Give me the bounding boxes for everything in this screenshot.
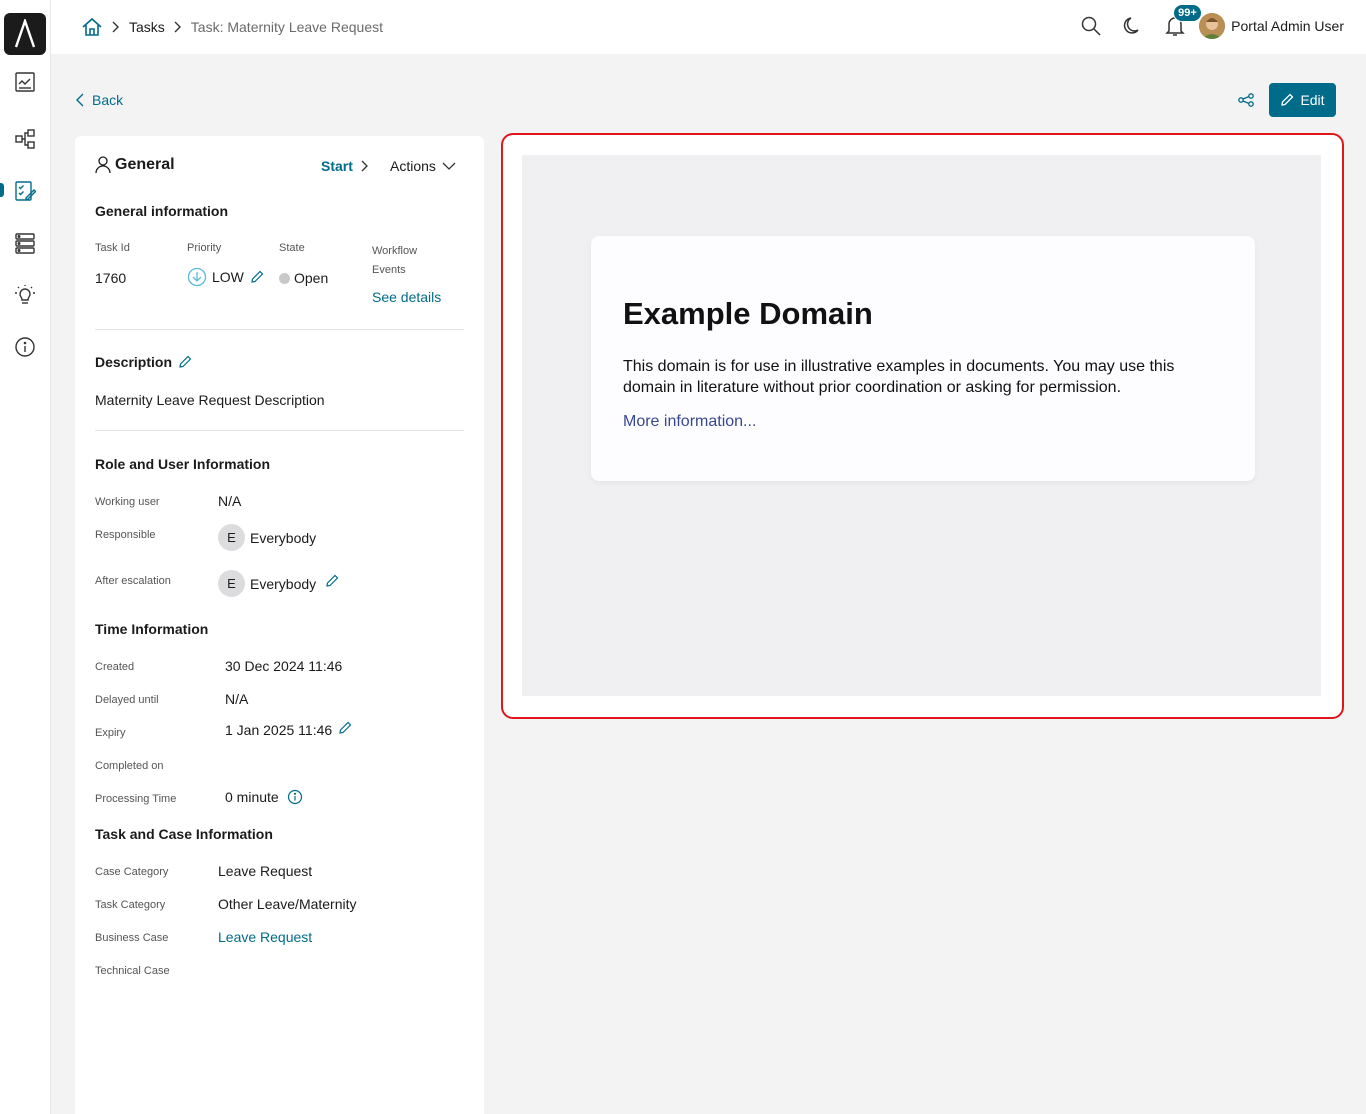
dashboard-icon[interactable] (13, 70, 37, 94)
chevron-left-icon (76, 93, 84, 107)
user-icon (95, 156, 111, 174)
cases-list-icon[interactable] (13, 231, 37, 255)
divider (95, 430, 464, 431)
user-name[interactable]: Portal Admin User (1231, 18, 1344, 34)
state-field: Open (279, 270, 328, 286)
pencil-icon (1281, 93, 1294, 106)
description-text: Maternity Leave Request Description (95, 392, 325, 408)
actions-label: Actions (390, 158, 436, 174)
task-details-panel: General Start Actions General informatio… (75, 136, 484, 1114)
notification-badge: 99+ (1173, 4, 1202, 22)
info-icon[interactable] (13, 335, 37, 359)
responsible-label: Responsible (95, 529, 156, 541)
case-category-label: Case Category (95, 866, 169, 878)
back-label: Back (92, 92, 124, 108)
state-dot (279, 272, 290, 284)
expiry-field: 1 Jan 2025 11:46 (225, 721, 352, 738)
tasks-icon[interactable] (13, 179, 37, 203)
completed-label: Completed on (95, 760, 164, 772)
breadcrumb: Tasks Task: Maternity Leave Request (81, 17, 383, 37)
breadcrumb-tasks[interactable]: Tasks (129, 19, 165, 35)
see-details-link[interactable]: See details (372, 289, 441, 305)
state-label: State (279, 242, 305, 254)
role-user-title: Role and User Information (95, 456, 271, 472)
state-value: Open (294, 270, 329, 286)
home-icon[interactable] (81, 17, 103, 37)
delayed-value: N/A (225, 691, 249, 707)
lightbulb-icon[interactable] (13, 283, 37, 307)
processing-label: Processing Time (95, 793, 177, 805)
delayed-label: Delayed until (95, 694, 159, 706)
responsible-avatar: E (218, 524, 245, 551)
more-information-link[interactable]: More information... (623, 413, 756, 431)
after-escalation-field: E Everybody (218, 570, 339, 597)
search-icon[interactable] (1077, 12, 1105, 40)
responsible-value: Everybody (250, 529, 317, 546)
created-label: Created (95, 661, 135, 673)
task-id-value: 1760 (95, 270, 127, 286)
top-bar: Tasks Task: Maternity Leave Request 99+ … (51, 0, 1366, 54)
start-button[interactable]: Start (321, 158, 369, 174)
chevron-down-icon (442, 162, 456, 170)
business-case-label: Business Case (95, 932, 169, 944)
task-category-label: Task Category (95, 899, 166, 911)
expiry-value: 1 Jan 2025 11:46 (225, 722, 333, 738)
dark-mode-icon[interactable] (1119, 12, 1147, 40)
business-case-link[interactable]: Leave Request (218, 929, 312, 945)
chevron-right-icon (174, 21, 182, 33)
after-escalation-label: After escalation (95, 575, 171, 587)
example-domain-card: Example Domain This domain is for use in… (591, 236, 1255, 481)
general-header: General (95, 156, 175, 174)
start-label: Start (321, 158, 353, 174)
escalation-avatar: E (218, 570, 245, 597)
share-icon[interactable] (1236, 90, 1256, 110)
priority-value: LOW (212, 269, 244, 285)
workflow-events-label: Workflow Events (372, 245, 418, 276)
back-button[interactable]: Back (76, 92, 123, 108)
case-category-value: Leave Request (218, 863, 313, 879)
user-avatar[interactable] (1199, 13, 1226, 39)
edit-label: Edit (1300, 92, 1325, 108)
pencil-icon[interactable] (325, 574, 339, 588)
case-info-title: Task and Case Information (95, 826, 273, 842)
pencil-icon[interactable] (338, 721, 352, 735)
arrow-down-circle-icon (187, 267, 207, 287)
process-icon[interactable] (13, 127, 37, 151)
priority-label: Priority (187, 242, 222, 254)
processing-value: 0 minute (225, 789, 279, 805)
breadcrumb-current: Task: Maternity Leave Request (190, 19, 384, 35)
edit-button[interactable]: Edit (1269, 83, 1336, 117)
expiry-label: Expiry (95, 727, 126, 739)
info-icon[interactable] (287, 789, 303, 805)
task-id-label: Task Id (95, 242, 130, 254)
responsible-field: E Everybody (218, 524, 316, 551)
nav-active-indicator (0, 183, 4, 197)
general-title: General (115, 156, 175, 173)
app-logo[interactable] (4, 13, 46, 55)
created-value: 30 Dec 2024 11:46 (225, 658, 343, 674)
divider (95, 329, 464, 330)
technical-case-label: Technical Case (95, 965, 170, 977)
time-info-title: Time Information (95, 621, 209, 637)
pencil-icon[interactable] (178, 355, 192, 369)
general-info-title: General information (95, 203, 229, 219)
example-domain-text: This domain is for use in illustrative e… (623, 358, 1175, 396)
after-escalation-value: Everybody (250, 575, 317, 592)
pencil-icon[interactable] (250, 270, 264, 284)
working-user-label: Working user (95, 496, 160, 508)
description-title: Description (95, 354, 173, 370)
description-header: Description (95, 354, 192, 370)
sidebar (0, 0, 51, 1114)
working-user-value: N/A (218, 493, 242, 509)
processing-field: 0 minute (225, 789, 303, 805)
chevron-right-icon (112, 21, 120, 33)
task-category-value: Other Leave/Maternity (218, 896, 357, 912)
example-domain-title: Example Domain (623, 296, 873, 331)
top-right-tools: 99+ Portal Admin User (1063, 4, 1344, 40)
priority-field: LOW (187, 267, 264, 287)
notification-bell-icon[interactable]: 99+ (1161, 4, 1202, 40)
chevron-right-icon (361, 160, 368, 172)
actions-dropdown[interactable]: Actions (390, 158, 456, 174)
